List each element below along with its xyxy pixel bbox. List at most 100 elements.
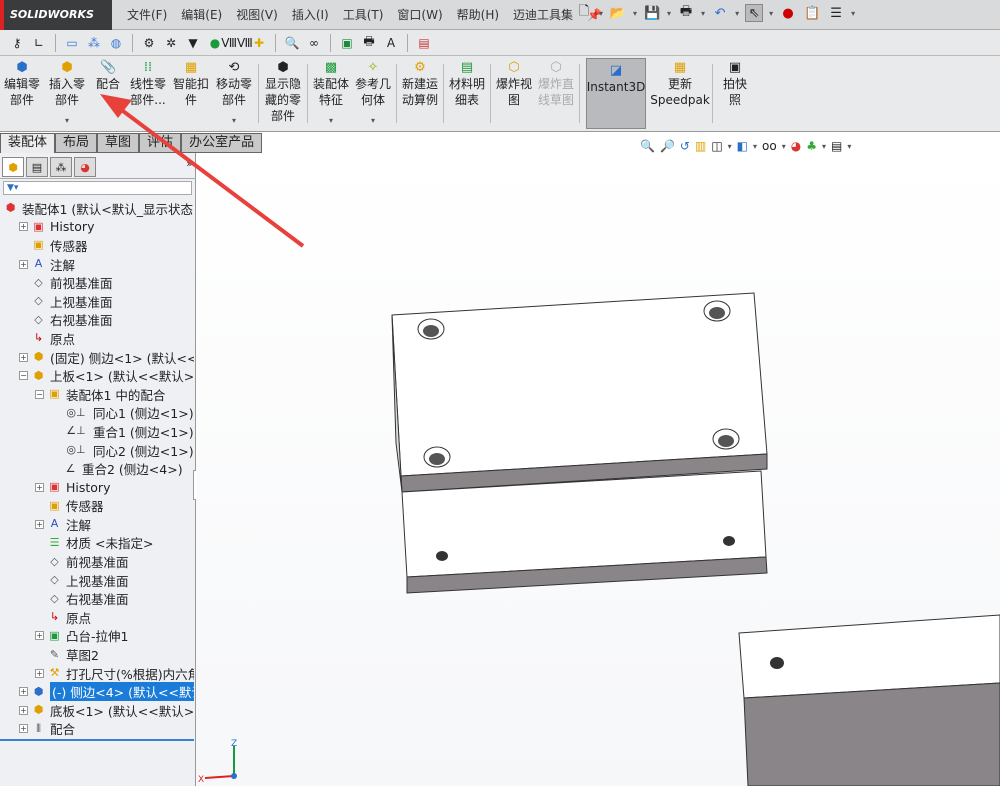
new-motion-study-button[interactable]: ⚙ 新建运 动算例 — [399, 56, 441, 131]
tree-item[interactable]: + ▣ 凸台-拉伸1 — [0, 627, 194, 646]
excel-icon[interactable]: ▣ — [338, 34, 356, 52]
insert-component-button[interactable]: ⬢ 插入零 部件 ▾ — [44, 56, 90, 131]
open-folder-icon[interactable]: 📂 — [609, 4, 627, 22]
menu-help[interactable]: 帮助(H) — [450, 0, 506, 30]
expand-icon[interactable]: + — [19, 352, 28, 362]
zoom-to-area-icon[interactable]: 🔎 — [660, 139, 675, 153]
menu-tools[interactable]: 工具(T) — [336, 0, 391, 30]
appearance-icon[interactable]: ◕ — [791, 139, 801, 153]
tree-item[interactable]: + ▣ History — [0, 478, 194, 497]
tree-item[interactable]: ↳ 原点 — [0, 329, 194, 348]
feature-manager-tab-icon[interactable]: ⬢ — [2, 157, 24, 177]
expand-icon[interactable]: + — [35, 519, 44, 529]
chevron-down-icon[interactable]: ▾ — [599, 9, 603, 18]
network-icon[interactable]: ⁂ — [85, 34, 103, 52]
collapse-icon[interactable]: − — [19, 371, 28, 381]
chevron-down-icon[interactable]: ▾ — [851, 9, 855, 18]
menu-edit[interactable]: 编辑(E) — [174, 0, 229, 30]
search-icon[interactable]: 🔍 — [283, 34, 301, 52]
update-speedpak-button[interactable]: ▦ 更新 Speedpak — [650, 56, 710, 131]
menu-maidi-tools[interactable]: 迈迪工具集 — [506, 0, 580, 30]
tree-item[interactable]: ↳ 原点 — [0, 608, 194, 627]
binoculars-icon[interactable]: ∞ — [305, 34, 323, 52]
tree-item[interactable]: + A 注解 — [0, 255, 194, 274]
options-icon[interactable]: ☰ — [827, 4, 845, 22]
tree-item[interactable]: ◇ 前视基准面 — [0, 273, 194, 292]
chevron-down-icon[interactable]: ▾ — [667, 9, 671, 18]
tree-item[interactable]: ◎⊥ 同心1 (侧边<1>) — [0, 404, 194, 423]
expand-icon[interactable]: + — [19, 259, 28, 269]
explode-line-sketch-button[interactable]: ⬡ 爆炸直 线草图 — [535, 56, 577, 131]
display-style-icon[interactable]: ◧ — [737, 139, 748, 153]
tab-office-products[interactable]: 办公室产品 — [181, 133, 263, 153]
assembly-features-button[interactable]: ▩ 装配体 特征 ▾ — [310, 56, 352, 131]
expand-icon[interactable]: + — [19, 222, 28, 232]
view-orientation-icon[interactable]: ◫ — [711, 139, 722, 153]
chevron-down-icon[interactable]: ▾ — [701, 9, 705, 18]
menu-window[interactable]: 窗口(W) — [390, 0, 449, 30]
new-document-icon[interactable]: 🗋 — [575, 4, 593, 22]
save-icon[interactable]: 💾 — [643, 4, 661, 22]
section-view-icon[interactable]: ▥ — [695, 139, 706, 153]
graphics-area[interactable] — [196, 153, 1000, 787]
tab-layout[interactable]: 布局 — [55, 133, 98, 153]
configuration-manager-tab-icon[interactable]: ⁂ — [50, 157, 72, 177]
expand-icon[interactable]: + — [19, 687, 28, 697]
tree-item[interactable]: + ▣ History — [0, 218, 194, 237]
chevron-down-icon[interactable]: ▾ — [782, 142, 786, 151]
tree-item[interactable]: ◇ 上视基准面 — [0, 571, 194, 590]
mate-button[interactable]: 📎 配合 — [90, 56, 126, 131]
chevron-down-icon[interactable]: ▾ — [65, 113, 69, 129]
select-cursor-icon[interactable]: ⇖ — [745, 4, 764, 22]
chevron-down-icon[interactable]: ▾ — [847, 142, 851, 151]
text-icon[interactable]: A — [382, 34, 400, 52]
menu-file[interactable]: 文件(F) — [120, 0, 174, 30]
take-snapshot-button[interactable]: ▣ 拍快照 — [715, 56, 755, 131]
filter-dropdown[interactable]: ▼▾ — [3, 181, 192, 195]
globe-icon[interactable]: ◍ — [107, 34, 125, 52]
printer-icon[interactable]: 🖶 — [360, 34, 378, 52]
file-properties-icon[interactable]: 📋 — [803, 4, 821, 22]
tree-item[interactable]: ∠⊥ 重合1 (侧边<1>) — [0, 422, 194, 441]
show-hidden-components-button[interactable]: ⬢ 显示隐 藏的零 部件 — [261, 56, 305, 131]
tree-item[interactable]: ◇ 右视基准面 — [0, 311, 194, 330]
scene-icon[interactable]: ♣ — [806, 139, 817, 153]
reference-geometry-button[interactable]: ✧ 参考几 何体 ▾ — [352, 56, 394, 131]
tree-item[interactable]: ☰ 材质 <未指定> — [0, 534, 194, 553]
tree-item[interactable]: + ⬢ (固定) 侧边<1> (默认<<默认 — [0, 348, 194, 367]
gear-icon[interactable]: ⚙ — [140, 34, 158, 52]
report-icon[interactable]: ▤ — [415, 34, 433, 52]
angle-icon[interactable]: ∟ — [30, 34, 48, 52]
chevron-down-icon[interactable]: ▾ — [735, 9, 739, 18]
appearance-tab-icon[interactable]: ◕ — [74, 157, 96, 177]
tree-item[interactable]: + ⬢ (-) 侧边<4> (默认<<默认> — [0, 682, 194, 702]
tree-item[interactable]: − ▣ 装配体1 中的配合 — [0, 385, 194, 404]
previous-view-icon[interactable]: ↺ — [680, 139, 690, 153]
rebuild-traffic-light-icon[interactable]: ● — [779, 4, 797, 22]
collapse-icon[interactable]: − — [35, 389, 44, 399]
linear-pattern-button[interactable]: ⁞⁞ 线性零 部件... — [126, 56, 170, 131]
cross-part-icon[interactable]: ✚ — [250, 34, 268, 52]
tree-item[interactable]: + A 注解 — [0, 515, 194, 534]
menu-insert[interactable]: 插入(I) — [285, 0, 336, 30]
chevron-down-icon[interactable]: ▾ — [232, 113, 236, 129]
exploded-view-button[interactable]: ⬡ 爆炸视图 — [493, 56, 535, 131]
chevron-down-icon[interactable]: ▾ — [371, 113, 375, 129]
undo-icon[interactable]: ↶ — [711, 4, 729, 22]
expand-icon[interactable]: + — [19, 705, 28, 715]
tab-assembly[interactable]: 装配体 — [0, 133, 56, 153]
property-manager-tab-icon[interactable]: ▤ — [26, 157, 48, 177]
bolt-icon[interactable]: ⚷ — [8, 34, 26, 52]
edit-component-button[interactable]: ⬢ 编辑零 部件 — [0, 56, 44, 131]
view-settings-icon[interactable]: ▤ — [831, 139, 842, 153]
expand-panel-icon[interactable]: » — [186, 157, 193, 178]
chevron-down-icon[interactable]: ▾ — [633, 9, 637, 18]
expand-icon[interactable]: + — [35, 668, 44, 678]
chevron-down-icon[interactable]: ▾ — [769, 9, 773, 18]
tree-item[interactable]: ◇ 前视基准面 — [0, 552, 194, 571]
expand-icon[interactable]: + — [35, 631, 44, 641]
tree-item[interactable]: + ⚒ 打孔尺寸(%根据)内六角圆 — [0, 664, 194, 683]
tree-item[interactable]: ✎ 草图2 — [0, 645, 194, 664]
move-component-button[interactable]: ⟲ 移动零 部件 ▾ — [212, 56, 256, 131]
tree-item[interactable]: ∠ 重合2 (侧边<4>) — [0, 459, 194, 478]
